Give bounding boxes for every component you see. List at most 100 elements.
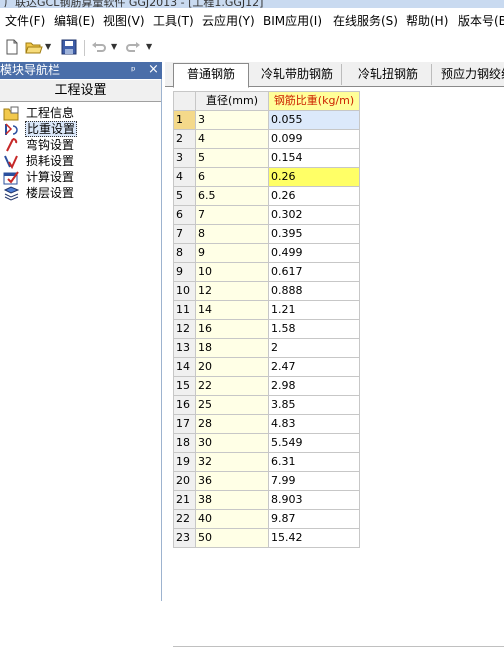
weight-cell[interactable]: 0.154 <box>268 148 360 168</box>
table-row[interactable]: 15 22 2.98 <box>173 376 360 396</box>
menu-view[interactable]: 视图(V) <box>103 8 145 34</box>
diameter-cell[interactable]: 36 <box>195 471 269 491</box>
row-number-cell[interactable]: 23 <box>173 528 196 548</box>
diameter-cell[interactable]: 3 <box>195 110 269 130</box>
weight-cell[interactable]: 0.26 <box>268 186 360 206</box>
diameter-cell[interactable]: 40 <box>195 509 269 529</box>
table-row[interactable]: 16 25 3.85 <box>173 395 360 415</box>
diameter-cell[interactable]: 25 <box>195 395 269 415</box>
weight-cell[interactable]: 0.499 <box>268 243 360 263</box>
row-number-cell[interactable]: 15 <box>173 376 196 396</box>
table-row[interactable]: 14 20 2.47 <box>173 357 360 377</box>
row-number-cell[interactable]: 17 <box>173 414 196 434</box>
diameter-cell[interactable]: 6.5 <box>195 186 269 206</box>
table-row[interactable]: 4 6 0.26 <box>173 167 360 187</box>
close-icon[interactable]: × <box>148 61 159 78</box>
weight-cell[interactable]: 0.099 <box>268 129 360 149</box>
row-number-cell[interactable]: 12 <box>173 319 196 339</box>
table-row[interactable]: 18 30 5.549 <box>173 433 360 453</box>
row-number-cell[interactable]: 6 <box>173 205 196 225</box>
table-row[interactable]: 22 40 9.87 <box>173 509 360 529</box>
row-number-cell[interactable]: 20 <box>173 471 196 491</box>
menu-bim[interactable]: BIM应用(I) <box>263 8 322 34</box>
nav-item-loss-settings[interactable]: 损耗设置 <box>3 153 153 169</box>
row-number-cell[interactable]: 7 <box>173 224 196 244</box>
row-number-cell[interactable]: 19 <box>173 452 196 472</box>
row-number-cell[interactable]: 9 <box>173 262 196 282</box>
table-row[interactable]: 1 3 0.055 <box>173 110 360 130</box>
row-number-cell[interactable]: 18 <box>173 433 196 453</box>
menu-edit[interactable]: 编辑(E) <box>54 8 95 34</box>
row-number-cell[interactable]: 4 <box>173 167 196 187</box>
weight-cell[interactable]: 3.85 <box>268 395 360 415</box>
diameter-cell[interactable]: 16 <box>195 319 269 339</box>
table-row[interactable]: 20 36 7.99 <box>173 471 360 491</box>
menu-help[interactable]: 帮助(H) <box>406 8 448 34</box>
weight-cell[interactable]: 2.98 <box>268 376 360 396</box>
weight-cell[interactable]: 9.87 <box>268 509 360 529</box>
table-row[interactable]: 10 12 0.888 <box>173 281 360 301</box>
table-row[interactable]: 9 10 0.617 <box>173 262 360 282</box>
nav-group-project-settings[interactable]: 工程设置 <box>0 80 161 102</box>
weight-cell[interactable]: 0.888 <box>268 281 360 301</box>
redo-icon[interactable] <box>124 38 142 56</box>
table-row[interactable]: 19 32 6.31 <box>173 452 360 472</box>
diameter-cell[interactable]: 6 <box>195 167 269 187</box>
weight-cell[interactable]: 5.549 <box>268 433 360 453</box>
diameter-cell[interactable]: 22 <box>195 376 269 396</box>
tab-cold-rolled-twisted[interactable]: 冷轧扭钢筋 <box>345 64 432 85</box>
weight-cell[interactable]: 0.26 <box>268 167 360 187</box>
diameter-cell[interactable]: 20 <box>195 357 269 377</box>
open-folder-icon[interactable] <box>25 38 43 56</box>
save-icon[interactable] <box>60 38 78 56</box>
diameter-cell[interactable]: 10 <box>195 262 269 282</box>
row-number-cell[interactable]: 22 <box>173 509 196 529</box>
diameter-cell[interactable]: 8 <box>195 224 269 244</box>
weight-cell[interactable]: 6.31 <box>268 452 360 472</box>
table-row[interactable]: 23 50 15.42 <box>173 528 360 548</box>
tab-cold-rolled-ribbed[interactable]: 冷轧带肋钢筋 <box>253 64 342 85</box>
nav-item-hook-settings[interactable]: 弯钩设置 <box>3 137 153 153</box>
new-file-icon[interactable] <box>3 38 21 56</box>
diameter-cell[interactable]: 14 <box>195 300 269 320</box>
open-dropdown-icon[interactable]: ▼ <box>45 42 51 51</box>
tab-ordinary-rebar[interactable]: 普通钢筋 <box>173 63 249 88</box>
row-number-cell[interactable]: 16 <box>173 395 196 415</box>
diameter-column-header[interactable]: 直径(mm) <box>195 91 269 111</box>
nav-item-project-info[interactable]: 工程信息 <box>3 105 153 121</box>
nav-item-weight-settings[interactable]: 比重设置 <box>3 121 153 137</box>
weight-cell[interactable]: 0.395 <box>268 224 360 244</box>
weight-cell[interactable]: 15.42 <box>268 528 360 548</box>
undo-dropdown-icon[interactable]: ▼ <box>111 42 117 51</box>
weight-cell[interactable]: 2 <box>268 338 360 358</box>
table-row[interactable]: 5 6.5 0.26 <box>173 186 360 206</box>
nav-item-calc-settings[interactable]: 计算设置 <box>3 169 153 185</box>
weight-cell[interactable]: 8.903 <box>268 490 360 510</box>
table-row[interactable]: 8 9 0.499 <box>173 243 360 263</box>
nav-item-floor-settings[interactable]: 楼层设置 <box>3 185 153 201</box>
table-row[interactable]: 13 18 2 <box>173 338 360 358</box>
weight-cell[interactable]: 0.617 <box>268 262 360 282</box>
menu-version[interactable]: 版本号(B) <box>458 8 504 34</box>
diameter-cell[interactable]: 50 <box>195 528 269 548</box>
redo-dropdown-icon[interactable]: ▼ <box>146 42 152 51</box>
menu-file[interactable]: 文件(F) <box>5 8 45 34</box>
row-number-cell[interactable]: 13 <box>173 338 196 358</box>
table-row[interactable]: 7 8 0.395 <box>173 224 360 244</box>
diameter-cell[interactable]: 5 <box>195 148 269 168</box>
diameter-cell[interactable]: 9 <box>195 243 269 263</box>
menu-cloud[interactable]: 云应用(Y) <box>202 8 255 34</box>
weight-cell[interactable]: 2.47 <box>268 357 360 377</box>
row-number-cell[interactable]: 14 <box>173 357 196 377</box>
table-row[interactable]: 12 16 1.58 <box>173 319 360 339</box>
table-row[interactable]: 6 7 0.302 <box>173 205 360 225</box>
row-number-cell[interactable]: 8 <box>173 243 196 263</box>
undo-icon[interactable] <box>90 38 108 56</box>
diameter-cell[interactable]: 7 <box>195 205 269 225</box>
diameter-cell[interactable]: 38 <box>195 490 269 510</box>
row-number-cell[interactable]: 3 <box>173 148 196 168</box>
table-row[interactable]: 21 38 8.903 <box>173 490 360 510</box>
diameter-cell[interactable]: 12 <box>195 281 269 301</box>
diameter-cell[interactable]: 32 <box>195 452 269 472</box>
tab-prestressed-strand[interactable]: 预应力钢绞线 <box>435 64 504 85</box>
